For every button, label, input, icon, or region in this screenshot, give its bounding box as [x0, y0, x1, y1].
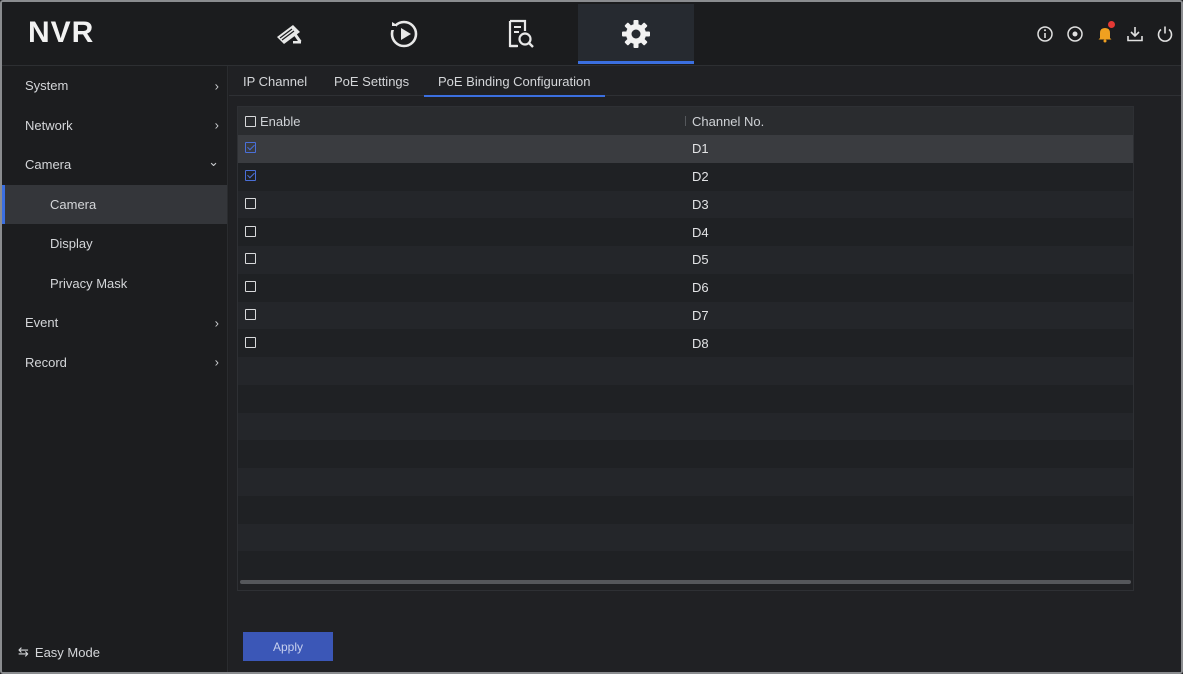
channel-cell: D3: [692, 196, 709, 212]
sidebar-item-network[interactable]: Network ›: [2, 106, 227, 146]
empty-row: [238, 495, 1133, 524]
alarm-button[interactable]: [1095, 21, 1115, 44]
sidebar-item-label: Record: [25, 354, 67, 370]
power-button[interactable]: [1155, 24, 1175, 44]
enable-checkbox[interactable]: [245, 281, 256, 293]
table-row[interactable]: D1: [238, 135, 1133, 163]
top-bar: NVR: [2, 2, 1181, 66]
sub-tabs: IP Channel PoE Settings PoE Binding Conf…: [229, 66, 1181, 97]
table-body: D1 D2 D3 D4 D5 D6 D7 D8: [238, 135, 1133, 579]
sidebar-subitem-display[interactable]: Display: [2, 224, 227, 264]
alarm-badge: [1108, 21, 1115, 28]
info-button[interactable]: [1035, 24, 1055, 44]
logo: NVR: [28, 16, 95, 49]
sidebar-item-system[interactable]: System ›: [2, 66, 227, 106]
chevron-right-icon: ›: [214, 117, 219, 133]
poe-binding-table: Enable Channel No. D1 D2 D3 D4 D5 D6 D7 …: [237, 106, 1134, 591]
tab-poe-binding-configuration[interactable]: PoE Binding Configuration: [424, 66, 605, 97]
enable-checkbox[interactable]: [245, 253, 256, 265]
tab-ip-channel[interactable]: IP Channel: [229, 66, 321, 96]
channel-cell: D2: [692, 169, 709, 185]
empty-row: [238, 357, 1133, 385]
header-right-icons: [1035, 21, 1175, 44]
sidebar-subitem-privacy-mask[interactable]: Privacy Mask: [2, 264, 227, 304]
sidebar-item-camera[interactable]: Camera ⌄: [2, 145, 227, 185]
download-icon: [1127, 27, 1143, 42]
camera-icon: [277, 25, 302, 44]
nav-tab-live-view[interactable]: [230, 4, 346, 64]
sidebar-item-label: Camera: [50, 196, 97, 212]
table-header: Enable Channel No.: [238, 107, 1133, 135]
empty-row: [238, 523, 1133, 552]
channel-cell: D7: [692, 307, 709, 323]
easy-mode-button[interactable]: ⇆ Easy Mode: [18, 644, 100, 660]
nav-tab-file-search[interactable]: [462, 4, 578, 64]
info-icon: [1037, 26, 1053, 42]
enable-checkbox[interactable]: [245, 197, 256, 209]
target-button[interactable]: [1065, 24, 1085, 44]
gear-icon: [622, 20, 650, 48]
table-row[interactable]: D4: [238, 218, 1133, 246]
tab-label: PoE Settings: [334, 73, 410, 89]
channel-cell: D5: [692, 252, 709, 268]
sidebar-item-label: System: [25, 78, 69, 94]
tab-label: IP Channel: [243, 73, 308, 89]
empty-row: [238, 412, 1133, 441]
easy-mode-label: Easy Mode: [34, 644, 100, 660]
empty-row: [238, 468, 1133, 496]
sidebar-item-event[interactable]: Event ›: [2, 303, 227, 343]
nvr-window: NVR System › Network › Camera ⌄ Camera D…: [0, 0, 1183, 674]
download-button[interactable]: [1125, 24, 1145, 44]
chevron-right-icon: ›: [214, 315, 219, 331]
enable-checkbox[interactable]: [245, 308, 256, 320]
sidebar-item-record[interactable]: Record ›: [2, 343, 227, 383]
sidebar-item-label: Camera: [25, 157, 72, 173]
chevron-down-icon: ⌄: [208, 153, 219, 169]
table-row[interactable]: D6: [238, 273, 1133, 302]
horizontal-scrollbar[interactable]: [240, 580, 1131, 584]
tab-poe-settings[interactable]: PoE Settings: [320, 66, 423, 96]
channel-cell: D4: [692, 224, 709, 240]
enable-header-label: Enable: [260, 113, 301, 129]
sidebar-item-label: Privacy Mask: [50, 275, 128, 291]
enable-checkbox[interactable]: [245, 170, 256, 182]
target-icon: [1067, 26, 1083, 42]
enable-checkbox[interactable]: [245, 336, 256, 348]
swap-icon: ⇆: [18, 644, 29, 659]
enable-checkbox[interactable]: [245, 142, 256, 154]
channel-header-label: Channel No.: [692, 113, 765, 129]
column-separator: [685, 116, 686, 126]
enable-header: Enable: [245, 114, 300, 129]
tab-label: PoE Binding Configuration: [438, 73, 591, 89]
main-content: IP Channel PoE Settings PoE Binding Conf…: [229, 66, 1181, 672]
sidebar-item-label: Event: [25, 315, 59, 331]
table-row[interactable]: D7: [238, 301, 1133, 330]
nav-tab-playback[interactable]: [346, 4, 462, 64]
empty-row: [238, 384, 1133, 413]
chevron-right-icon: ›: [214, 354, 219, 370]
table-row[interactable]: D5: [238, 246, 1133, 274]
power-icon: [1157, 26, 1173, 42]
sidebar-subitem-camera[interactable]: Camera: [2, 184, 227, 224]
apply-button[interactable]: Apply: [243, 632, 333, 661]
table-row[interactable]: D3: [238, 190, 1133, 219]
select-all-checkbox[interactable]: [245, 115, 256, 127]
sidebar-item-label: Network: [25, 117, 73, 133]
table-row[interactable]: D8: [238, 329, 1133, 357]
channel-cell: D8: [692, 335, 709, 351]
empty-row: [238, 440, 1133, 468]
file-search-icon: [508, 19, 534, 48]
playback-icon: [390, 20, 418, 48]
empty-row: [238, 551, 1133, 579]
sidebar: System › Network › Camera ⌄ Camera Displ…: [2, 66, 228, 672]
channel-cell: D1: [692, 141, 709, 157]
nav-tab-configuration[interactable]: [578, 4, 694, 64]
table-row[interactable]: D2: [238, 162, 1133, 191]
channel-cell: D6: [692, 280, 709, 296]
sidebar-item-label: Display: [50, 236, 93, 252]
enable-checkbox[interactable]: [245, 225, 256, 237]
chevron-right-icon: ›: [214, 78, 219, 94]
